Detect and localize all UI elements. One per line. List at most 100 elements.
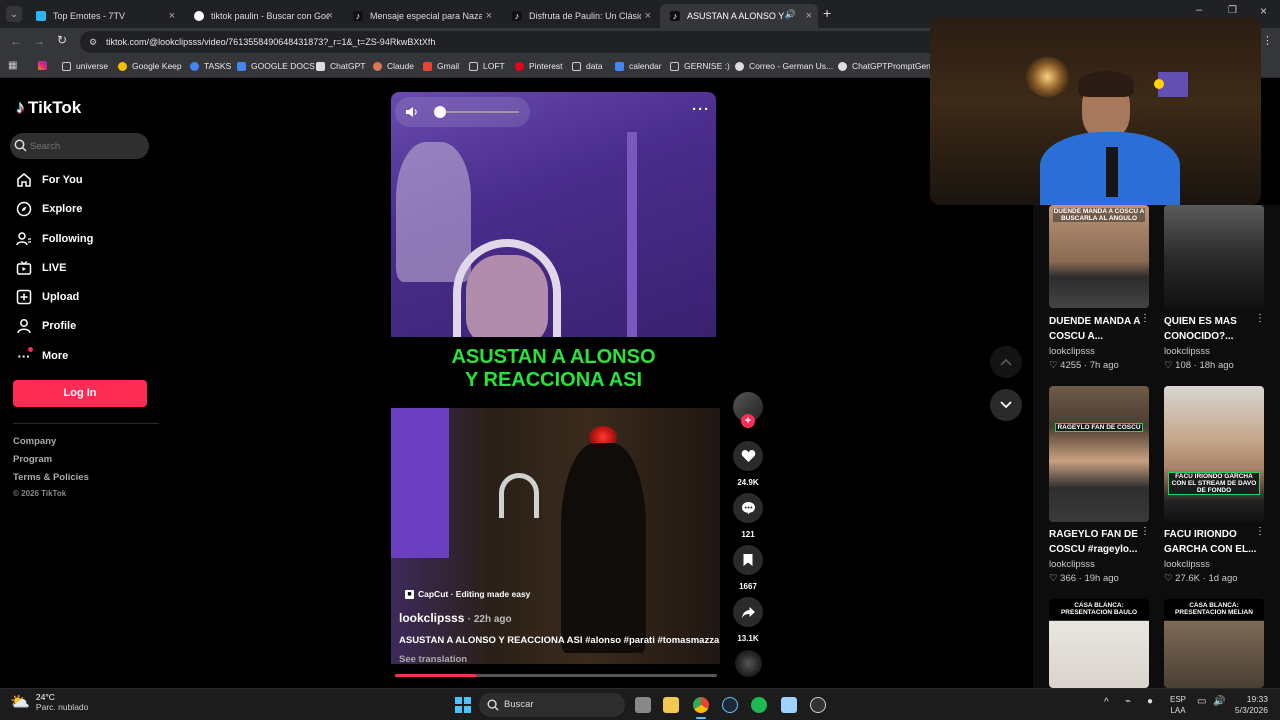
- nav-following[interactable]: Following: [16, 231, 93, 247]
- apps-grid-icon[interactable]: ▦: [8, 60, 17, 71]
- tab-disfruta[interactable]: ♪ Disfruta de Paulin: Un Clásico d ×: [502, 4, 657, 28]
- related-video-author[interactable]: lookclipsss: [1049, 346, 1095, 357]
- steam-icon[interactable]: [722, 697, 738, 713]
- clock[interactable]: 19:33 5/3/2026: [1228, 694, 1268, 716]
- volume-slider-thumb[interactable]: [434, 106, 446, 118]
- tab-search-icon[interactable]: ⌄: [6, 6, 22, 22]
- like-action[interactable]: 24.9K: [733, 441, 763, 487]
- share-action[interactable]: 13.1K: [733, 597, 763, 643]
- bookmark-chatgptpromptgen[interactable]: ChatGPTPromptGen...: [838, 61, 938, 71]
- close-icon[interactable]: ×: [806, 10, 812, 22]
- nav-explore[interactable]: Explore: [16, 201, 82, 217]
- nav-more[interactable]: ··· More: [16, 347, 68, 364]
- speaker-icon[interactable]: 🔊: [785, 9, 796, 20]
- taskbar-search[interactable]: Buscar: [479, 693, 625, 717]
- wifi-icon[interactable]: ▭: [1197, 696, 1206, 707]
- related-video-thumbnail[interactable]: DUENDE MANDA A COSCU A BUSCARLA AL ANGUL…: [1049, 205, 1149, 308]
- file-explorer-icon[interactable]: [663, 697, 679, 713]
- bookmark-correo[interactable]: Correo - German Us...: [735, 61, 833, 71]
- bookmark-universe[interactable]: universe: [62, 61, 108, 71]
- bookmark-loft[interactable]: LOFT: [469, 61, 505, 71]
- previous-video-button[interactable]: [990, 346, 1022, 378]
- back-icon[interactable]: ←: [10, 34, 22, 48]
- notepad-icon[interactable]: [781, 697, 797, 713]
- save-action[interactable]: 1667: [733, 545, 763, 591]
- music-disc-icon[interactable]: [735, 650, 762, 677]
- related-video-author[interactable]: lookclipsss: [1164, 559, 1210, 570]
- footer-company-link[interactable]: Company: [13, 436, 56, 447]
- chrome-icon[interactable]: [693, 697, 709, 713]
- card-more-icon[interactable]: ⋮: [1140, 313, 1150, 324]
- footer-program-link[interactable]: Program: [13, 454, 52, 465]
- extensions-menu-icon[interactable]: ⋮: [1262, 34, 1273, 47]
- next-video-button[interactable]: [990, 389, 1022, 421]
- heart-icon[interactable]: [733, 441, 763, 471]
- tray-chevron-up-icon[interactable]: ^: [1104, 697, 1109, 708]
- volume-control[interactable]: [395, 97, 530, 127]
- card-more-icon[interactable]: ⋮: [1255, 526, 1265, 537]
- tab-7tv[interactable]: Top Emotes - 7TV ×: [26, 4, 181, 28]
- microphone-icon[interactable]: ●: [1147, 696, 1153, 707]
- network-icon[interactable]: ⌁: [1125, 696, 1131, 707]
- bookmark-google-keep[interactable]: Google Keep: [118, 61, 182, 71]
- tab-mensaje[interactable]: ♪ Mensaje especial para Nazarena ×: [343, 4, 498, 28]
- spotify-icon[interactable]: [751, 697, 767, 713]
- bookmark-calendar[interactable]: calendar: [615, 61, 662, 71]
- bookmark-data[interactable]: data: [572, 61, 603, 71]
- search-input[interactable]: [30, 138, 140, 154]
- related-video-author[interactable]: lookclipsss: [1164, 346, 1210, 357]
- bookmark-chatgpt[interactable]: ChatGPT: [316, 61, 365, 71]
- video-more-options-icon[interactable]: ···: [692, 101, 710, 118]
- tab-google-search[interactable]: tiktok paulin - Buscar con Google ×: [184, 4, 339, 28]
- comment-icon[interactable]: [733, 493, 763, 523]
- close-icon[interactable]: ×: [327, 10, 333, 22]
- nav-live[interactable]: LIVE: [16, 260, 66, 276]
- related-video-author[interactable]: lookclipsss: [1049, 559, 1095, 570]
- minimize-icon[interactable]: –: [1196, 4, 1202, 16]
- share-icon[interactable]: [733, 597, 763, 627]
- bookmark-gmail[interactable]: Gmail: [423, 61, 459, 71]
- volume-tray-icon[interactable]: 🔊: [1213, 696, 1225, 707]
- volume-icon[interactable]: [405, 105, 419, 124]
- related-video-title[interactable]: QUIEN ES MAS CONOCIDO?...: [1164, 314, 1260, 344]
- maximize-icon[interactable]: ❐: [1228, 5, 1237, 16]
- nav-for-you[interactable]: For You: [16, 172, 83, 188]
- footer-terms-link[interactable]: Terms & Policies: [13, 472, 89, 483]
- bookmark-claude[interactable]: Claude: [373, 61, 414, 71]
- nav-upload[interactable]: Upload: [16, 289, 79, 305]
- tab-active-asustan[interactable]: ♪ ASUSTAN A ALONSO Y REA 🔊 ×: [660, 4, 818, 28]
- bookmark-pinterest[interactable]: Pinterest: [515, 61, 563, 71]
- close-icon[interactable]: ×: [486, 10, 492, 22]
- bookmark-google-docs[interactable]: GOOGLE DOCS: [237, 61, 315, 71]
- language-indicator[interactable]: ESP LAA: [1170, 694, 1186, 716]
- new-tab-button[interactable]: +: [823, 5, 831, 21]
- comment-action[interactable]: 121: [733, 493, 763, 539]
- bookmark-gernise[interactable]: GERNISE :): [670, 61, 730, 71]
- login-button[interactable]: Log In: [13, 380, 147, 407]
- related-video-thumbnail[interactable]: FACU IRIONDO GARCHA CON EL STREAM DE DAV…: [1164, 386, 1264, 522]
- related-video-thumbnail[interactable]: CASA BLANCA: PRESENTACION MELIAN: [1164, 599, 1264, 688]
- close-icon[interactable]: ×: [645, 10, 651, 22]
- forward-icon[interactable]: →: [33, 34, 45, 48]
- video-progress-track[interactable]: [395, 674, 717, 677]
- related-video-title[interactable]: FACU IRIONDO GARCHA CON EL...: [1164, 527, 1260, 557]
- follow-plus-icon[interactable]: +: [741, 414, 755, 428]
- bookmark-instagram[interactable]: [38, 61, 52, 70]
- see-translation-link[interactable]: See translation: [399, 654, 467, 665]
- card-more-icon[interactable]: ⋮: [1255, 313, 1265, 324]
- tiktok-logo[interactable]: ♪ TikTok: [16, 97, 81, 118]
- search-box[interactable]: [10, 133, 149, 159]
- capcut-badge[interactable]: ■ CapCut · Editing made easy: [405, 589, 530, 599]
- close-window-icon[interactable]: ×: [1260, 4, 1267, 18]
- bookmark-tasks[interactable]: TASKS: [190, 61, 231, 71]
- nav-profile[interactable]: Profile: [16, 318, 76, 334]
- obs-icon[interactable]: [810, 697, 826, 713]
- author-link[interactable]: lookclipsss: [399, 611, 464, 625]
- volume-slider-track[interactable]: [437, 111, 519, 113]
- related-video-thumbnail[interactable]: [1164, 205, 1264, 308]
- related-video-thumbnail[interactable]: CASA BLANCA: PRESENTACION BAULO: [1049, 599, 1149, 688]
- bookmark-icon[interactable]: [733, 545, 763, 575]
- related-video-title[interactable]: RAGEYLO FAN DE COSCU #rageylo...: [1049, 527, 1145, 557]
- card-more-icon[interactable]: ⋮: [1140, 526, 1150, 537]
- close-icon[interactable]: ×: [169, 10, 175, 22]
